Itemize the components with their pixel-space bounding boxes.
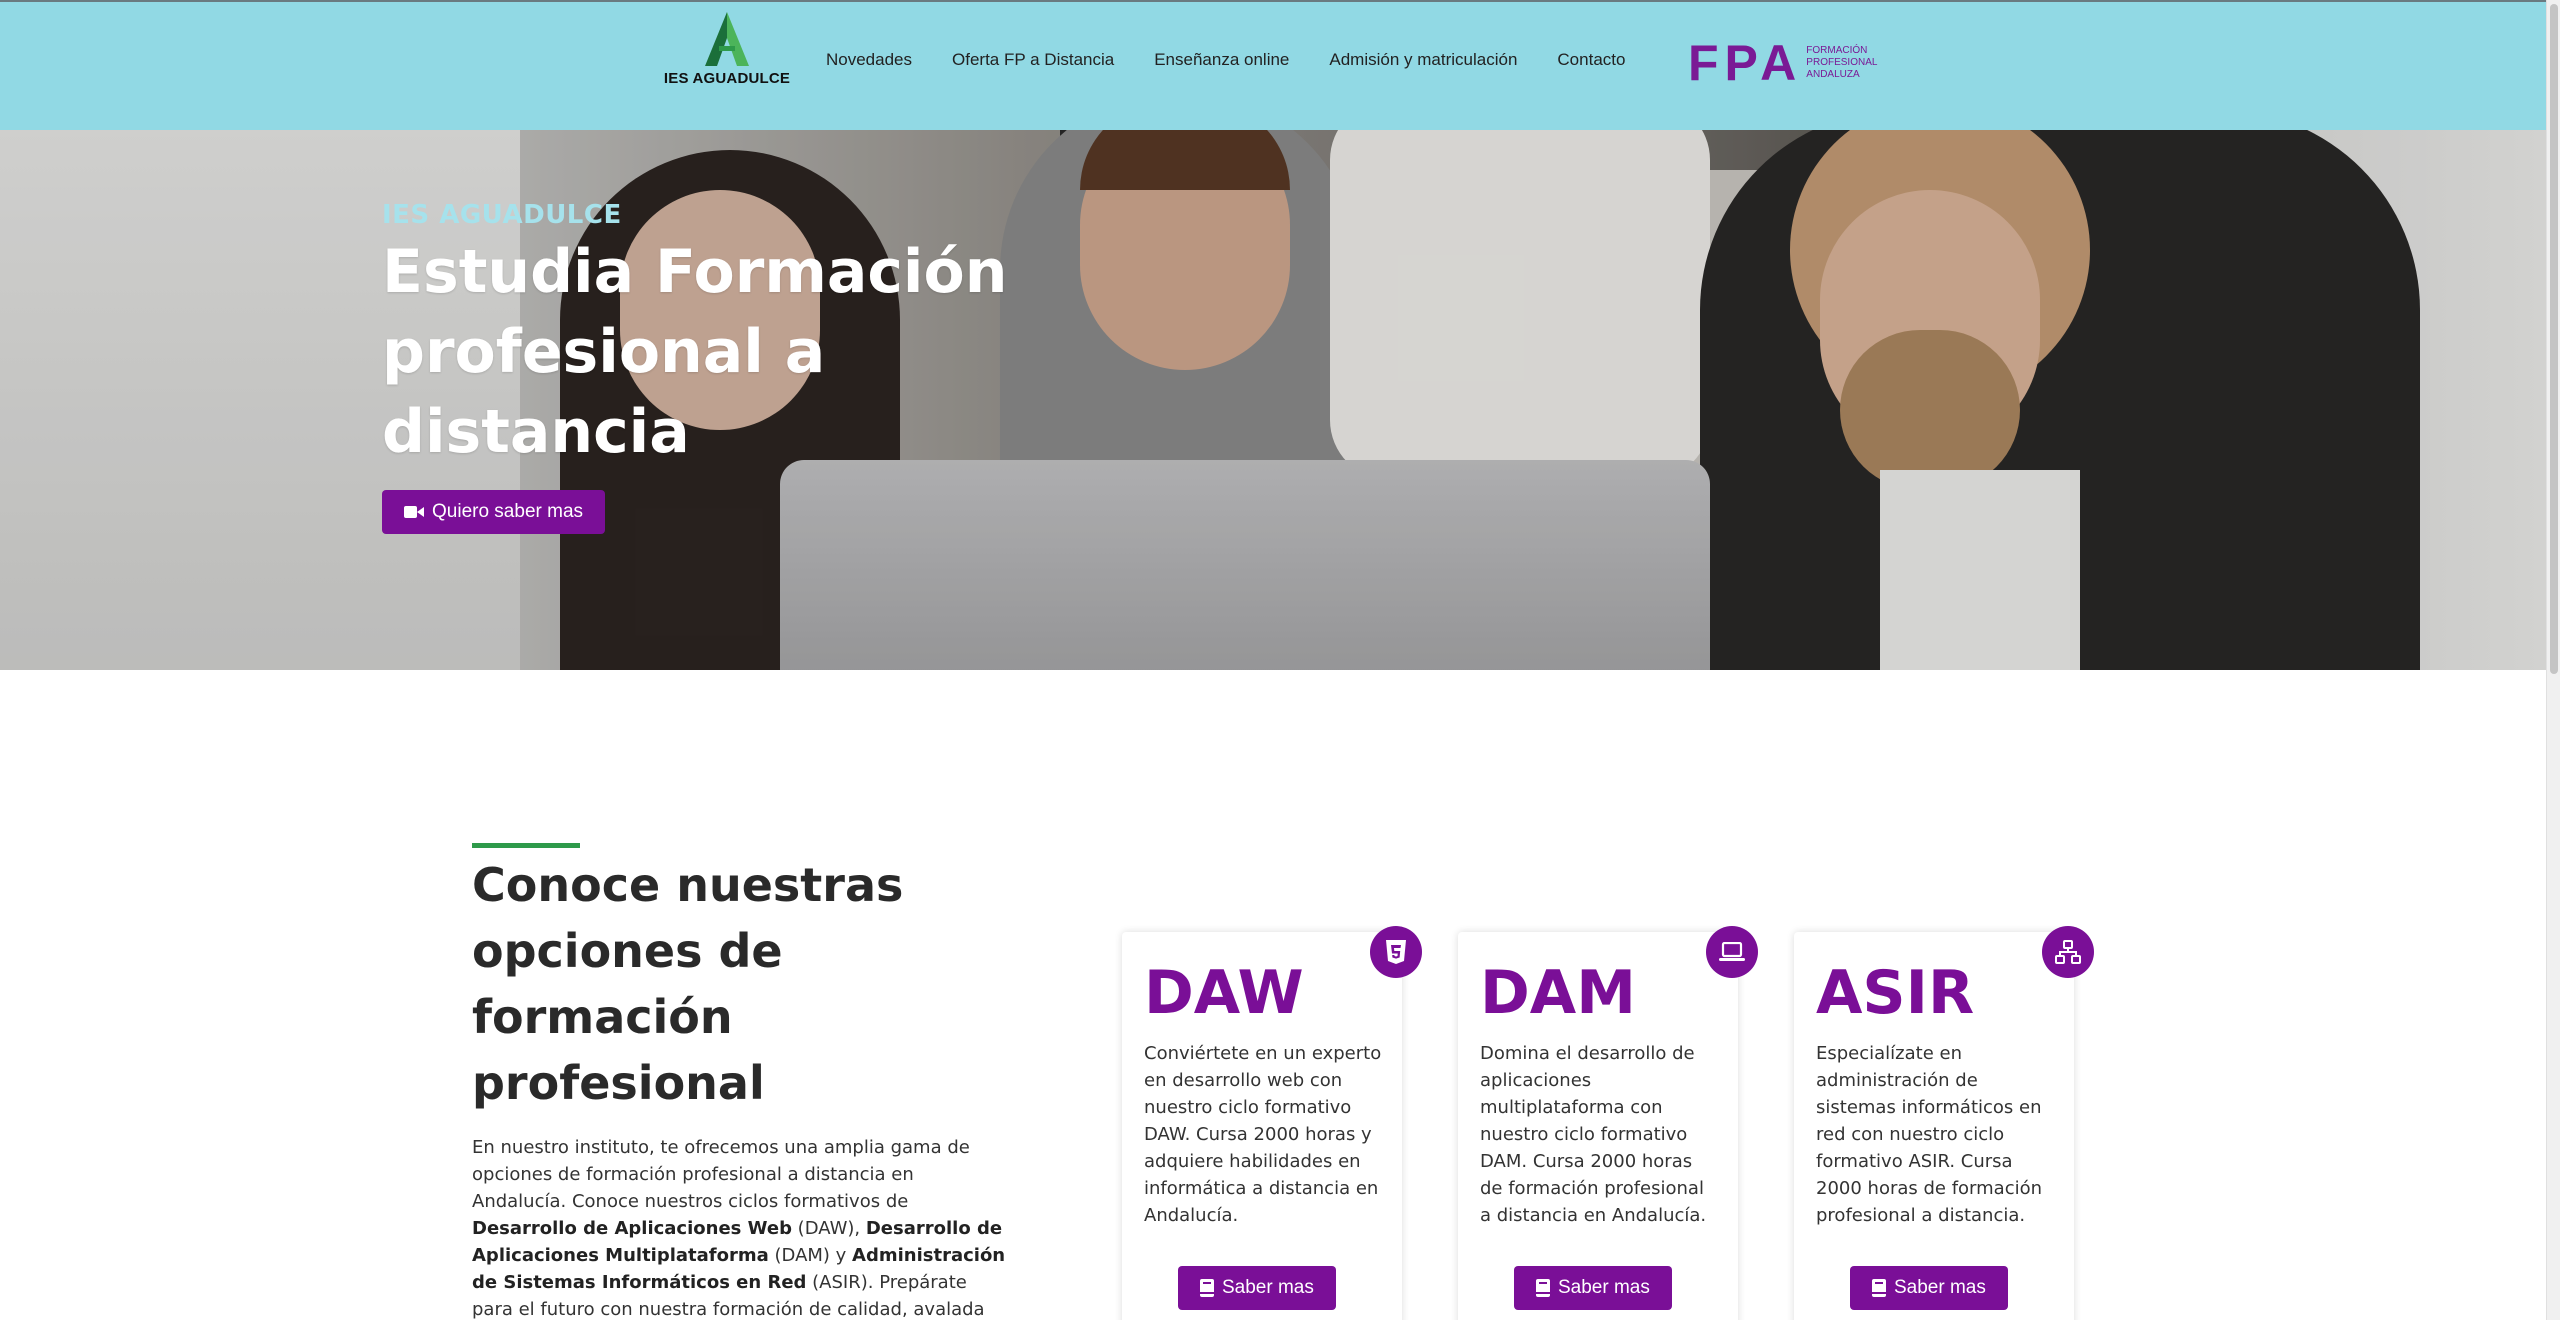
hero-title: Estudia Formación profesional a distanci… — [382, 237, 1008, 467]
video-camera-icon — [404, 506, 424, 518]
book-icon — [1536, 1279, 1550, 1297]
css3-icon — [1386, 940, 1406, 964]
page-scrollbar[interactable] — [2546, 0, 2560, 1320]
hero-kicker: IES AGUADULCE — [382, 200, 622, 230]
saber-mas-label: Saber mas — [1558, 1277, 1650, 1298]
book-icon — [1200, 1279, 1214, 1297]
logo-text: IES AGUADULCE — [663, 70, 791, 87]
hero-content: IES AGUADULCE Estudia Formación profesio… — [382, 200, 1142, 534]
saber-mas-button-dam[interactable]: Saber mas — [1514, 1266, 1672, 1310]
card-daw: DAW Conviértete en un experto en desarro… — [1122, 926, 1422, 1320]
card-text: Domina el desarrollo de aplicaciones mul… — [1480, 1043, 1707, 1226]
quiero-saber-mas-label: Quiero saber mas — [432, 501, 584, 522]
card-asir: ASIR Especialízate en administración de … — [1794, 926, 2094, 1320]
laptop-icon — [1719, 942, 1745, 961]
network-icon — [2055, 940, 2081, 964]
card-dam: DAM Domina el desarrollo de aplicaciones… — [1458, 926, 1758, 1320]
nav-admision[interactable]: Admisión y matriculación — [1329, 50, 1517, 70]
card-badge — [1706, 926, 1758, 978]
nav-novedades[interactable]: Novedades — [826, 50, 912, 70]
card-title: ASIR — [1816, 958, 1975, 1028]
nav-contacto[interactable]: Contacto — [1557, 50, 1625, 70]
junta-andalucia-logo-icon — [705, 12, 749, 66]
card-title: DAM — [1480, 958, 1636, 1028]
quiero-saber-mas-button[interactable]: Quiero saber mas — [382, 490, 606, 534]
card-text: Conviértete en un experto en desarrollo … — [1144, 1043, 1382, 1226]
card-badge — [2042, 926, 2094, 978]
main-nav: Novedades Oferta FP a Distancia Enseñanz… — [826, 50, 1665, 70]
fpa-logo-subtitle: Formación Profesional Andaluza — [1806, 45, 1878, 80]
card-text: Especialízate en administración de siste… — [1816, 1043, 2043, 1226]
section-description: En nuestro instituto, te ofrecemos una a… — [472, 1137, 1006, 1320]
section-title: Conoce nuestras opciones de formación pr… — [472, 858, 904, 1110]
hero-banner: IES AGUADULCE Estudia Formación profesio… — [0, 130, 2546, 670]
saber-mas-button-daw[interactable]: Saber mas — [1178, 1266, 1336, 1310]
saber-mas-label: Saber mas — [1894, 1277, 1986, 1298]
section-accent-bar — [472, 843, 580, 848]
fpa-logo[interactable]: FPA Formación Profesional Andaluza — [1688, 38, 1877, 88]
card-title: DAW — [1144, 958, 1304, 1028]
saber-mas-button-asir[interactable]: Saber mas — [1850, 1266, 2008, 1310]
scrollbar-thumb[interactable] — [2550, 4, 2558, 674]
saber-mas-label: Saber mas — [1222, 1277, 1314, 1298]
nav-oferta-fp[interactable]: Oferta FP a Distancia — [952, 50, 1114, 70]
book-icon — [1872, 1279, 1886, 1297]
fpa-logo-mark: FPA — [1688, 35, 1803, 91]
site-header: IES AGUADULCE Novedades Oferta FP a Dist… — [0, 0, 2546, 130]
nav-ensenanza-online[interactable]: Enseñanza online — [1154, 50, 1289, 70]
card-badge — [1370, 926, 1422, 978]
site-logo[interactable]: IES AGUADULCE — [662, 10, 792, 92]
